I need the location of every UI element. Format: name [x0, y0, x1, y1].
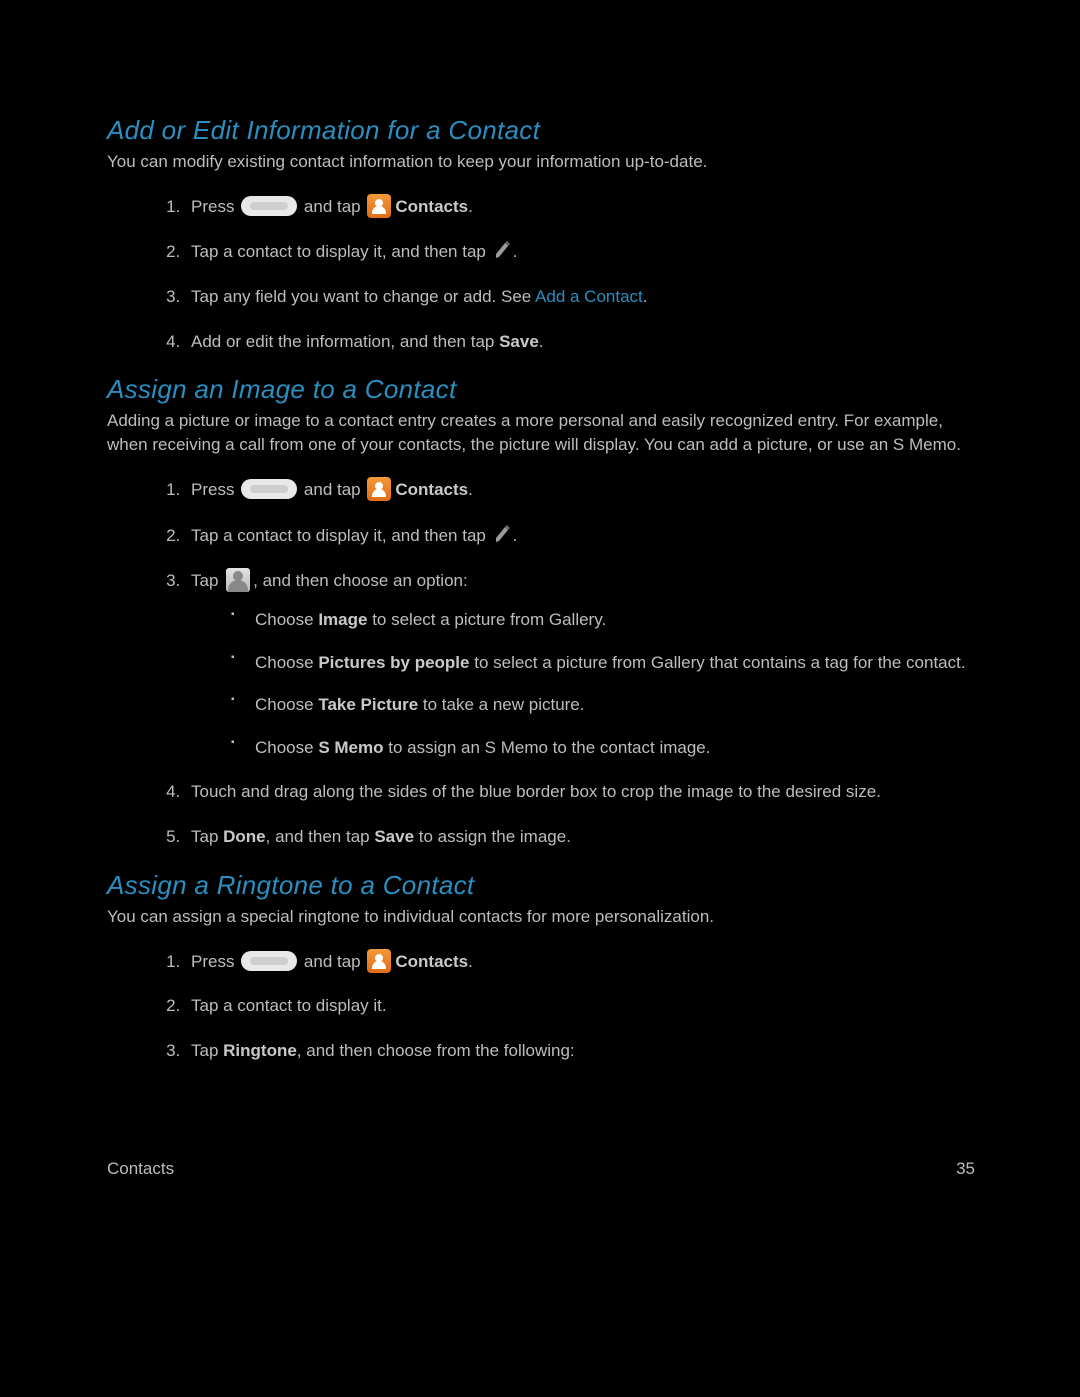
list-item: Choose Pictures by people to select a pi… [231, 651, 975, 676]
list-item: Tap Done, and then tap Save to assign th… [185, 825, 975, 850]
text: Choose [255, 653, 318, 672]
section-add-edit: Add or Edit Information for a Contact Yo… [107, 115, 975, 354]
text: to select a picture from Gallery that co… [470, 653, 966, 672]
steps-add-edit: Press and tap Contacts. Tap a contact to… [107, 194, 975, 355]
text: Tap a contact to display it, and then ta… [191, 526, 491, 545]
list-item: Press and tap Contacts. [185, 949, 975, 975]
contact-photo-icon [226, 568, 250, 592]
text: to assign the image. [414, 827, 571, 846]
edit-pencil-icon [493, 239, 511, 261]
footer: Contacts 35 [107, 1159, 975, 1179]
home-button-icon [241, 479, 297, 499]
steps-assign-ringtone: Press and tap Contacts. Tap a contact to… [107, 949, 975, 1064]
bold: Pictures by people [318, 653, 469, 672]
text: . [468, 480, 473, 499]
text: Tap a contact to display it. [191, 996, 387, 1015]
section-assign-ringtone: Assign a Ringtone to a Contact You can a… [107, 870, 975, 1064]
bold: Image [318, 610, 367, 629]
text: and tap [299, 197, 365, 216]
list-item: Press and tap Contacts. [185, 477, 975, 503]
edit-pencil-icon [493, 523, 511, 545]
section-assign-image: Assign an Image to a Contact Adding a pi… [107, 374, 975, 849]
text: to select a picture from Gallery. [367, 610, 606, 629]
save-label: Save [499, 332, 539, 351]
text: Press [191, 197, 239, 216]
steps-assign-image: Press and tap Contacts. Tap a contact to… [107, 477, 975, 850]
text: Choose [255, 695, 318, 714]
text: . [468, 197, 473, 216]
text: Press [191, 952, 239, 971]
text: and tap [299, 480, 365, 499]
bold: S Memo [318, 738, 383, 757]
sub-options: Choose Image to select a picture from Ga… [191, 608, 975, 761]
list-item: Tap any field you want to change or add.… [185, 285, 975, 310]
text: Tap a contact to display it, and then ta… [191, 242, 491, 261]
heading-assign-ringtone: Assign a Ringtone to a Contact [107, 870, 975, 901]
text: Touch and drag along the sides of the bl… [191, 782, 881, 801]
intro-add-edit: You can modify existing contact informat… [107, 150, 975, 174]
text: Press [191, 480, 239, 499]
bold: Done [223, 827, 266, 846]
text: and tap [299, 952, 365, 971]
contacts-label: Contacts [395, 952, 468, 971]
list-item: Tap a contact to display it, and then ta… [185, 523, 975, 549]
list-item: Choose Image to select a picture from Ga… [231, 608, 975, 633]
text: , and then choose from the following: [297, 1041, 575, 1060]
text: . [513, 242, 518, 261]
list-item: Choose Take Picture to take a new pictur… [231, 693, 975, 718]
intro-assign-ringtone: You can assign a special ringtone to ind… [107, 905, 975, 929]
bold: Ringtone [223, 1041, 297, 1060]
intro-assign-image: Adding a picture or image to a contact e… [107, 409, 975, 457]
home-button-icon [241, 196, 297, 216]
text: . [539, 332, 544, 351]
home-button-icon [241, 951, 297, 971]
text: Add or edit the information, and then ta… [191, 332, 499, 351]
contacts-label: Contacts [395, 480, 468, 499]
text: Tap [191, 571, 223, 590]
bold: Save [374, 827, 414, 846]
text: , and then tap [266, 827, 375, 846]
text: to take a new picture. [418, 695, 584, 714]
bold: Take Picture [318, 695, 418, 714]
list-item: Tap a contact to display it. [185, 994, 975, 1019]
list-item: Touch and drag along the sides of the bl… [185, 780, 975, 805]
document-page: Add or Edit Information for a Contact Yo… [0, 0, 1080, 1397]
text: Tap [191, 827, 223, 846]
heading-assign-image: Assign an Image to a Contact [107, 374, 975, 405]
contacts-app-icon [367, 477, 391, 501]
list-item: Tap , and then choose an option: Choose … [185, 568, 975, 760]
list-item: Press and tap Contacts. [185, 194, 975, 220]
contacts-app-icon [367, 949, 391, 973]
text: Tap [191, 1041, 223, 1060]
list-item: Add or edit the information, and then ta… [185, 330, 975, 355]
contacts-label: Contacts [395, 197, 468, 216]
text: . [513, 526, 518, 545]
list-item: Tap a contact to display it, and then ta… [185, 239, 975, 265]
add-contact-link[interactable]: Add a Contact [535, 287, 643, 306]
text: to assign an S Memo to the contact image… [384, 738, 711, 757]
text: Tap any field you want to change or add.… [191, 287, 535, 306]
text: . [643, 287, 648, 306]
text: , and then choose an option: [253, 571, 468, 590]
heading-add-edit: Add or Edit Information for a Contact [107, 115, 975, 146]
text: Choose [255, 610, 318, 629]
contacts-app-icon [367, 194, 391, 218]
footer-section: Contacts [107, 1159, 174, 1179]
text: . [468, 952, 473, 971]
text: Choose [255, 738, 318, 757]
list-item: Choose S Memo to assign an S Memo to the… [231, 736, 975, 761]
page-number: 35 [956, 1159, 975, 1179]
list-item: Tap Ringtone, and then choose from the f… [185, 1039, 975, 1064]
